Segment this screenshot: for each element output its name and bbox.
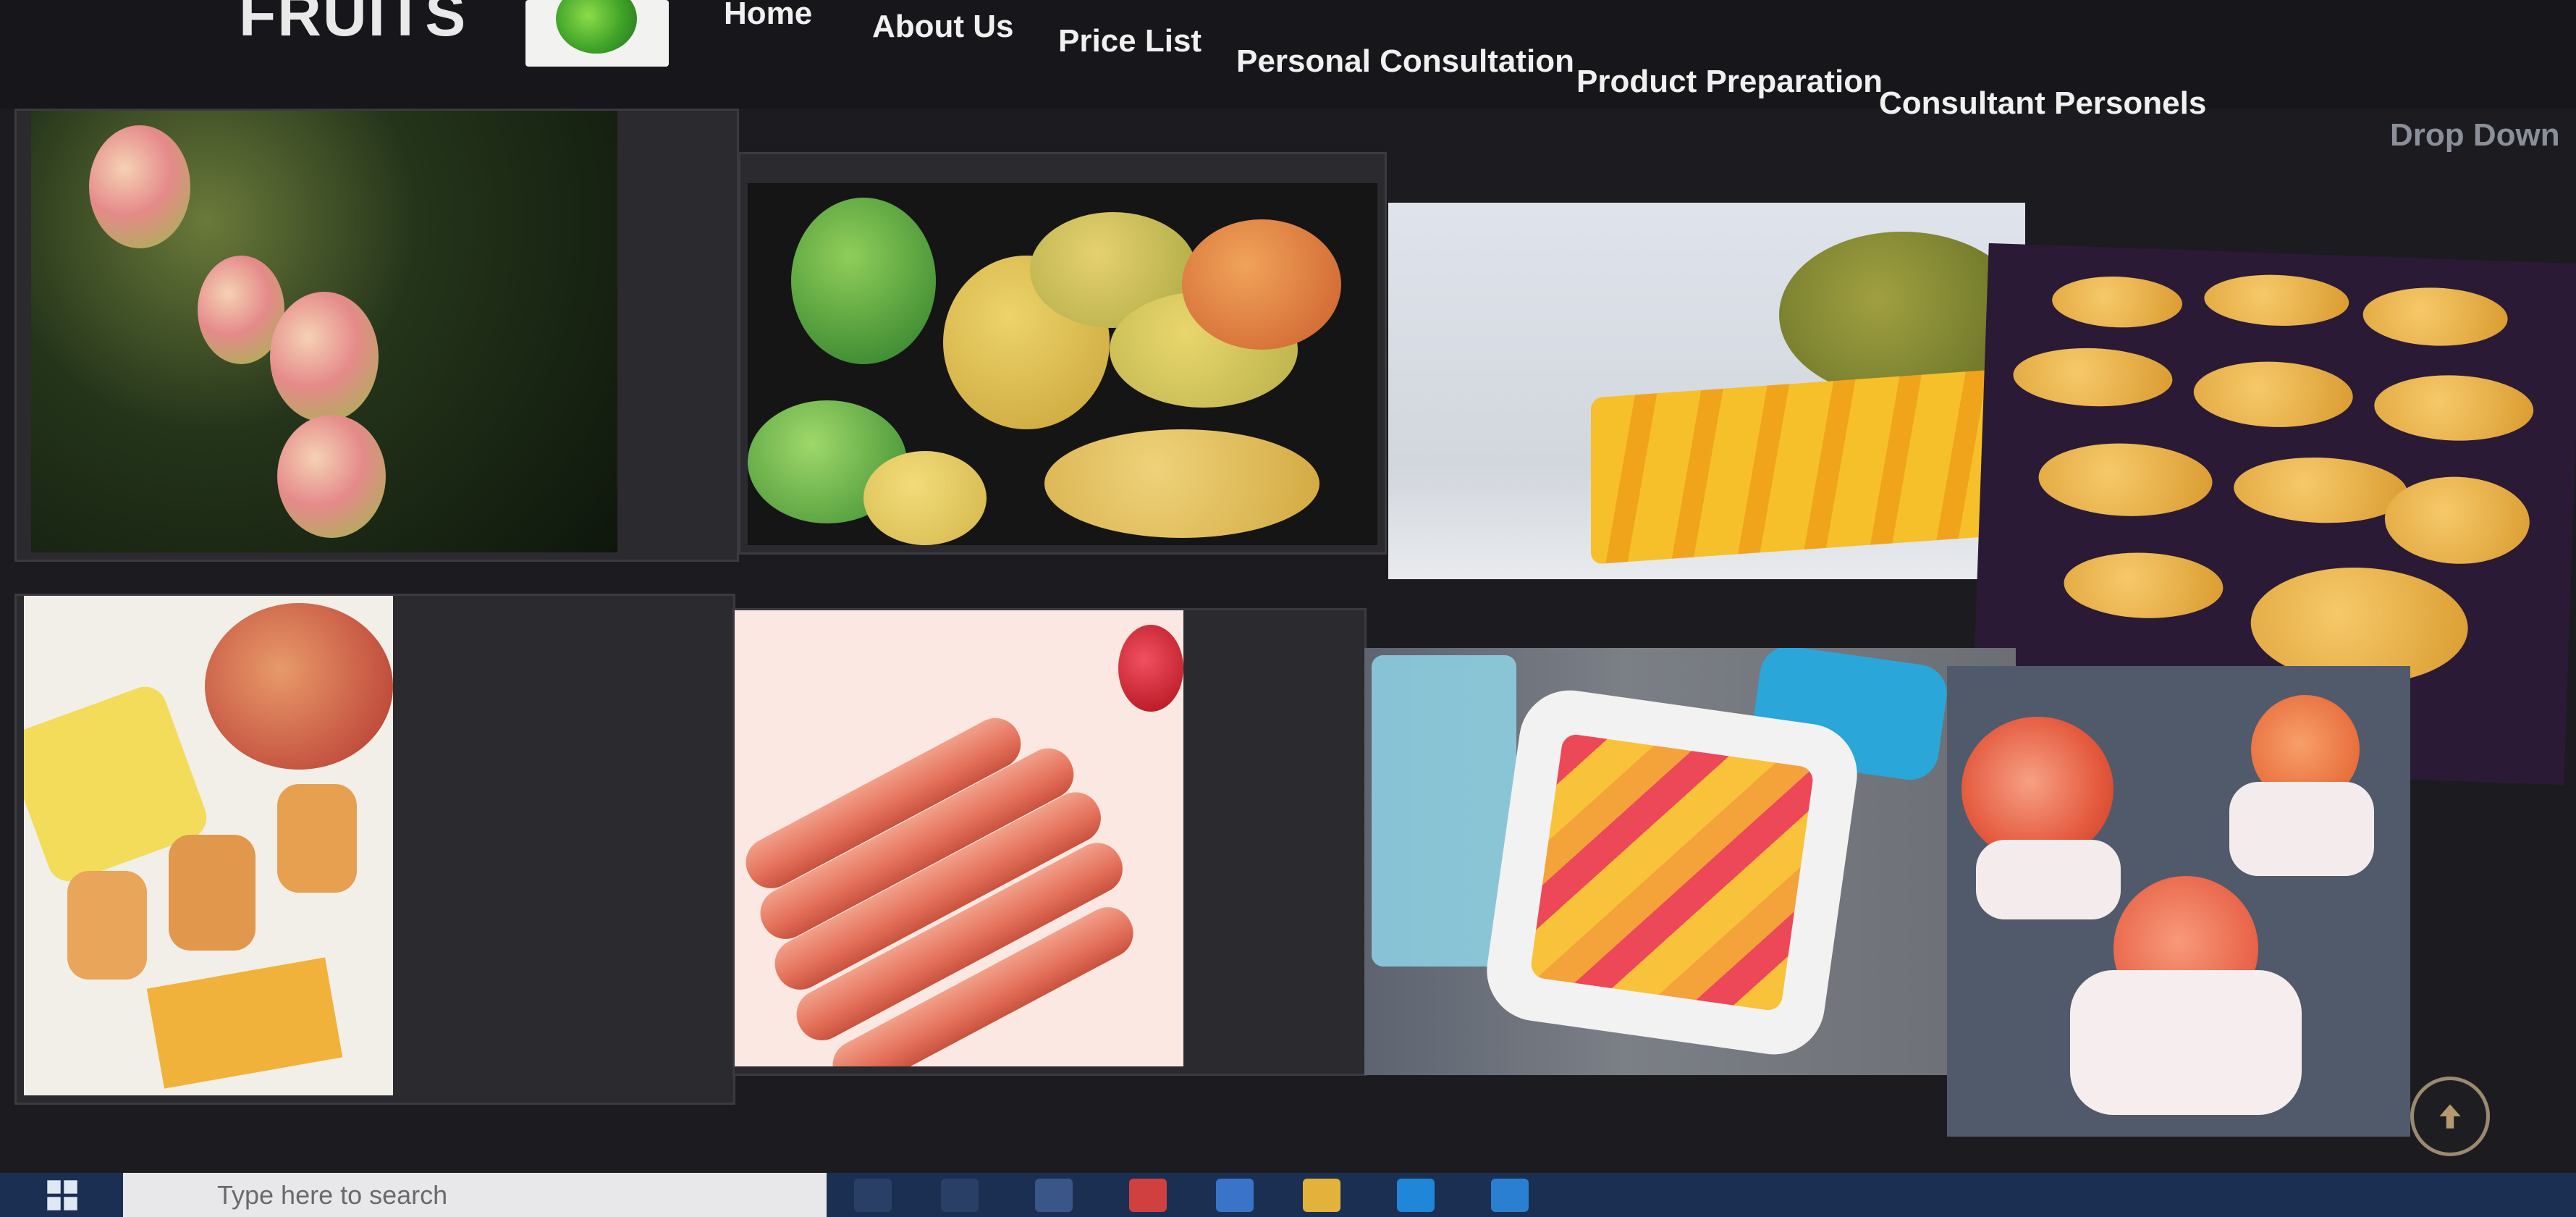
mango-slice xyxy=(2012,345,2174,409)
cupcake-shape xyxy=(2070,970,2302,1115)
gallery-panel xyxy=(732,608,1367,1076)
gallery-panel xyxy=(738,152,1387,555)
search-icon[interactable] xyxy=(854,1179,892,1212)
mango-slice xyxy=(2232,454,2409,526)
mango-slice xyxy=(2037,440,2214,519)
plate-shape xyxy=(1480,683,1864,1061)
nav-price-list[interactable]: Price List xyxy=(1058,23,1202,59)
mango-plate-photo[interactable] xyxy=(1364,648,2016,1075)
fruit-strips-shape xyxy=(1529,733,1815,1012)
gallery-panel xyxy=(14,109,739,562)
fruit-sheet-shape xyxy=(146,957,343,1089)
arrow-up-icon xyxy=(2439,1104,2461,1129)
mango-pile-photo[interactable] xyxy=(748,183,1377,545)
strawberry-shape xyxy=(1118,625,1183,712)
nav-personal-consultation[interactable]: Personal Consultation xyxy=(1236,43,1574,80)
roll-shape xyxy=(277,784,357,893)
mango-rolls-photo[interactable] xyxy=(24,596,393,1095)
windows-start-icon[interactable] xyxy=(43,1179,81,1212)
chrome-icon[interactable] xyxy=(1129,1179,1167,1212)
mango-fruit xyxy=(1182,219,1341,350)
mail-icon[interactable] xyxy=(1216,1179,1254,1212)
rose-cupcakes-photo[interactable] xyxy=(1947,666,2410,1137)
edge-icon[interactable] xyxy=(1397,1179,1435,1212)
mango-slice xyxy=(2062,549,2224,621)
cupcake-shape xyxy=(1976,840,2121,919)
mango-fruit xyxy=(791,198,936,364)
scroll-to-top-button[interactable] xyxy=(2410,1077,2490,1156)
dried-slices-shape xyxy=(1591,369,1996,565)
mango-fruit xyxy=(277,415,386,538)
taskbar-search-input[interactable]: Type here to search xyxy=(123,1173,827,1217)
logo-leaf-shape xyxy=(556,0,637,54)
nav-product-preparation[interactable]: Product Preparation xyxy=(1576,64,1883,100)
mango-slice xyxy=(2362,285,2509,348)
folder-icon[interactable] xyxy=(1303,1179,1340,1212)
mango-fruit xyxy=(863,451,987,545)
mango-slice xyxy=(2203,272,2350,329)
site-header: FRUITS Home About Us Price List Personal… xyxy=(0,0,2576,153)
roll-shape xyxy=(169,835,256,951)
roll-shape xyxy=(67,871,147,980)
store-icon[interactable] xyxy=(1035,1179,1073,1212)
dried-mango-photo[interactable] xyxy=(1388,203,2025,579)
leaf-logo-icon[interactable] xyxy=(525,0,669,67)
taskbar: Type here to search xyxy=(0,1173,2576,1217)
mango-slice xyxy=(2051,274,2184,330)
mango-slice xyxy=(2383,474,2531,567)
mango-fruit xyxy=(1044,429,1319,538)
nav-home[interactable]: Home xyxy=(724,0,812,32)
mango-fruit xyxy=(89,125,190,248)
gallery-panel xyxy=(14,594,735,1105)
mango-fruit xyxy=(270,292,379,422)
vscode-icon[interactable] xyxy=(1491,1179,1529,1212)
cupcake-shape xyxy=(2229,782,2374,876)
photo-gallery xyxy=(0,101,2576,1156)
site-brand[interactable]: FRUITS xyxy=(239,0,467,50)
whole-mango-shape xyxy=(205,603,393,770)
nav-about-us[interactable]: About Us xyxy=(872,9,1014,45)
fruit-leather-photo[interactable] xyxy=(735,610,1183,1066)
task-view-icon[interactable] xyxy=(941,1179,979,1212)
mango-slice xyxy=(2192,358,2355,430)
mango-slice xyxy=(2373,372,2535,444)
mango-tree-photo[interactable] xyxy=(31,111,617,552)
